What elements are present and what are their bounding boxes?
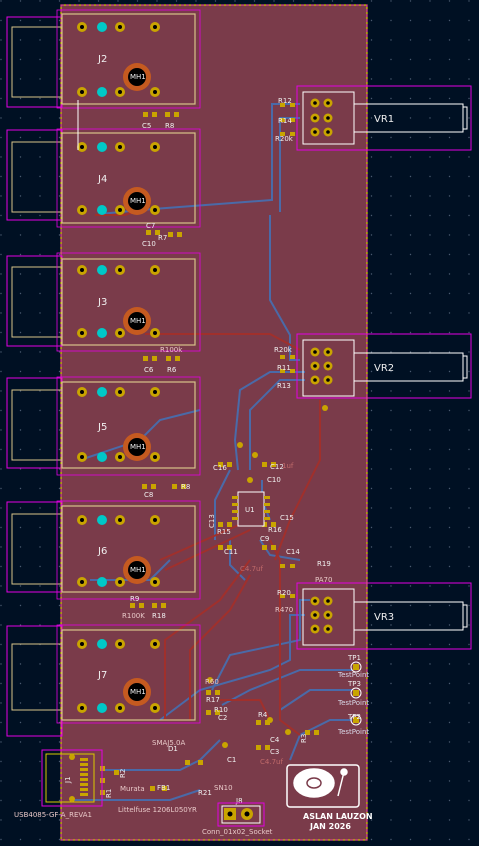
svg-text:C2: C2 <box>218 714 227 722</box>
svg-text:R11: R11 <box>277 364 291 372</box>
svg-text:C4.7uf: C4.7uf <box>260 758 283 766</box>
svg-text:J1: J1 <box>64 776 72 784</box>
svg-text:C14: C14 <box>286 548 300 556</box>
svg-text:TP3: TP3 <box>347 680 361 688</box>
svg-text:R12: R12 <box>278 97 292 105</box>
svg-text:R2: R2 <box>119 769 127 778</box>
svg-text:C1: C1 <box>227 756 236 764</box>
svg-text:R18: R18 <box>152 612 166 620</box>
hole-label: MH1 <box>130 197 146 205</box>
jack-ref: J7 <box>97 670 107 681</box>
ic-ref: U1 <box>245 506 255 514</box>
jack-ref: J5 <box>97 422 107 433</box>
svg-text:R14: R14 <box>278 117 292 125</box>
svg-text:C15: C15 <box>280 514 294 522</box>
svg-text:R10: R10 <box>214 706 228 714</box>
svg-text:TestPoint: TestPoint <box>337 671 369 679</box>
svg-text:R21: R21 <box>198 789 212 797</box>
svg-text:R20k: R20k <box>275 135 294 143</box>
svg-text:C9: C9 <box>260 535 269 543</box>
date-label: JAN 2026 <box>309 822 351 831</box>
svg-text:TP1: TP1 <box>347 654 361 662</box>
svg-text:R19: R19 <box>317 560 331 568</box>
svg-text:C10: C10 <box>142 240 156 248</box>
jack-ref: J3 <box>97 297 107 308</box>
author-label: ASLAN LAUZON <box>303 812 373 821</box>
svg-text:C6: C6 <box>144 366 154 374</box>
svg-text:TestPoint: TestPoint <box>337 728 369 736</box>
svg-text:R17: R17 <box>206 696 220 704</box>
svg-text:C16: C16 <box>213 464 227 472</box>
hole-label: MH1 <box>130 688 146 696</box>
jack-ref: J4 <box>97 174 107 185</box>
hole-label: MH1 <box>130 443 146 451</box>
svg-text:R6: R6 <box>167 366 177 374</box>
svg-text:R8: R8 <box>165 122 174 130</box>
svg-text:C7: C7 <box>146 222 155 230</box>
svg-text:R4: R4 <box>258 711 268 719</box>
svg-text:C3: C3 <box>270 748 279 756</box>
usb-part-label: USB4085-GF-A_REVA1 <box>14 811 92 819</box>
svg-text:R100K: R100K <box>122 612 145 620</box>
svg-text:TP2: TP2 <box>347 713 361 721</box>
svg-text:C5: C5 <box>142 122 151 130</box>
svg-text:SN10: SN10 <box>214 784 233 792</box>
svg-text:R20k: R20k <box>274 346 293 354</box>
svg-text:R9: R9 <box>130 595 139 603</box>
pot-ref: VR2 <box>374 363 394 374</box>
svg-text:Murata: Murata <box>120 785 145 793</box>
svg-text:R470: R470 <box>275 606 293 614</box>
pcb-layout-view[interactable]: J2 MH1 J4 MH1 J3 MH1 J5 MH1 J6 MH1 J7 MH… <box>0 0 479 846</box>
svg-text:R60: R60 <box>205 678 219 686</box>
svg-text:R100k: R100k <box>160 346 183 354</box>
pot-ref: VR1 <box>374 114 394 125</box>
hole-label: MH1 <box>130 566 146 574</box>
svg-text:C4.7uf: C4.7uf <box>240 565 263 573</box>
svg-text:R1: R1 <box>105 789 113 798</box>
svg-text:C4: C4 <box>270 736 280 744</box>
svg-text:C8: C8 <box>144 491 153 499</box>
socket-part-label: Conn_01x02_Socket <box>202 828 273 836</box>
svg-text:R13: R13 <box>277 382 291 390</box>
hole-label: MH1 <box>130 73 146 81</box>
svg-text:PA70: PA70 <box>315 576 332 584</box>
svg-text:FB1: FB1 <box>157 784 170 792</box>
svg-text:C10: C10 <box>267 476 281 484</box>
svg-text:1uf: 1uf <box>282 462 294 470</box>
pot-ref: VR3 <box>374 612 394 623</box>
svg-text:R3: R3 <box>300 734 308 743</box>
svg-text:R20: R20 <box>277 589 291 597</box>
jack-ref: J6 <box>97 546 107 557</box>
svg-text:C13: C13 <box>208 514 216 528</box>
svg-text:R15: R15 <box>217 528 231 536</box>
svg-text:SMAJ5.0A: SMAJ5.0A <box>152 739 185 747</box>
ic-u1[interactable]: U1 <box>232 491 270 527</box>
svg-text:R8: R8 <box>181 483 190 491</box>
svg-text:R16: R16 <box>268 526 282 534</box>
svg-text:J8: J8 <box>235 797 243 805</box>
jack-ref: J2 <box>97 54 107 65</box>
svg-text:R7: R7 <box>158 234 167 242</box>
svg-text:C11: C11 <box>224 548 238 556</box>
hole-label: MH1 <box>130 317 146 325</box>
svg-text:TestPoint: TestPoint <box>337 699 369 707</box>
svg-text:Littelfuse 1206L050YR: Littelfuse 1206L050YR <box>118 806 197 814</box>
